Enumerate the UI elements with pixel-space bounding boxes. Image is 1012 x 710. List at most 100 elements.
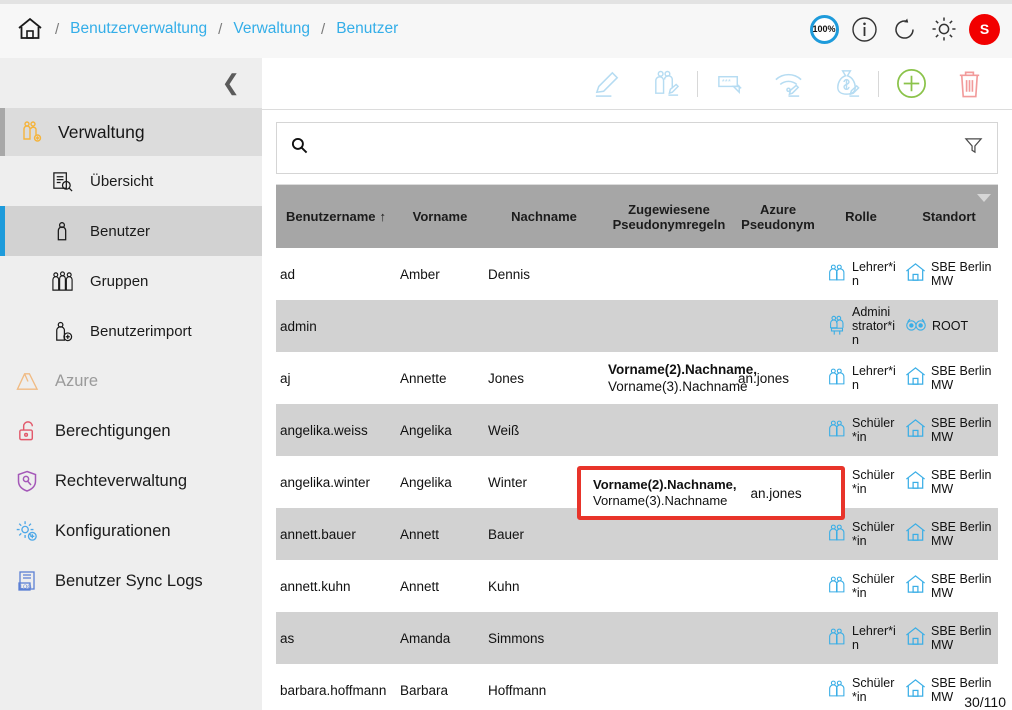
breadcrumb-item-verwaltung[interactable]: Verwaltung xyxy=(233,20,310,38)
column-header-azure-pseudonym[interactable]: Azure Pseudonym xyxy=(734,185,822,248)
cell-vorname: Annett xyxy=(396,560,484,612)
table-row[interactable]: as Amanda Simmons Lehrer*in SBE Berlin MW xyxy=(276,612,998,664)
table-row[interactable]: angelika.weiss Angelika Weiß Schüler*in SBE … xyxy=(276,404,998,456)
sidebar-item-uebersicht[interactable]: Übersicht xyxy=(0,156,262,206)
search-icon xyxy=(291,137,308,159)
toolbar-divider xyxy=(878,70,879,97)
two-people-icon xyxy=(826,522,848,547)
action-toolbar: *** xyxy=(262,58,1012,110)
house-icon xyxy=(904,521,927,547)
two-people-icon xyxy=(826,678,848,703)
main-content: *** Benutzername ↑ Vorname Nachname Zuge… xyxy=(262,58,1012,710)
sidebar-section-verwaltung[interactable]: Verwaltung xyxy=(0,108,262,156)
cell-pseudonymregeln xyxy=(604,612,734,664)
edit-wifi-button[interactable] xyxy=(759,58,817,110)
cell-vorname: Annette xyxy=(396,352,484,404)
sidebar-collapse-button[interactable]: ❮ xyxy=(0,58,262,108)
cell-username: angelika.weiss xyxy=(276,404,396,456)
table-row[interactable]: barbara.hoffmann Barbara Hoffmann Schüler*i… xyxy=(276,664,998,710)
edit-budget-button[interactable] xyxy=(817,58,875,110)
cell-azure-pseudonym xyxy=(734,404,822,456)
column-header-vorname[interactable]: Vorname xyxy=(396,185,484,248)
add-user-button[interactable] xyxy=(882,58,940,110)
avatar[interactable]: S xyxy=(969,13,1000,45)
sidebar-item-label: Benutzer xyxy=(90,222,151,240)
cell-username: angelika.winter xyxy=(276,456,396,508)
sidebar-item-label: Benutzerimport xyxy=(90,322,192,340)
highlight-rule-regular: Vorname(3).Nachname xyxy=(593,493,728,508)
cell-pseudonymregeln xyxy=(604,248,734,300)
row-counter: 30/110 xyxy=(964,694,1006,710)
log-document-icon: LOG xyxy=(14,568,40,594)
cell-rolle: Administrator*in xyxy=(822,300,900,352)
breadcrumb: / Benutzerverwaltung / Verwaltung / Benu… xyxy=(0,16,398,42)
sidebar-item-berechtigungen[interactable]: Berechtigungen xyxy=(0,406,262,456)
person-podium-icon xyxy=(826,314,848,339)
table-row[interactable]: ad Amber Dennis Lehrer*in SBE Berlin MW xyxy=(276,248,998,300)
filter-funnel-icon[interactable] xyxy=(964,136,983,160)
cell-pseudonymregeln: Vorname(2).Nachname, Vorname(3).Nachname xyxy=(604,352,757,404)
refresh-icon[interactable] xyxy=(889,14,919,44)
breadcrumb-item-benutzerverwaltung[interactable]: Benutzerverwaltung xyxy=(70,20,207,38)
highlight-rules: Vorname(2).Nachname, Vorname(3).Nachname xyxy=(593,477,737,509)
edit-user-button[interactable] xyxy=(578,58,636,110)
column-header-pseudonymregeln[interactable]: Zugewiesene Pseudonymregeln xyxy=(604,185,734,248)
table-header: Benutzername ↑ Vorname Nachname Zugewiese… xyxy=(276,185,998,248)
cell-vorname: Angelika xyxy=(396,456,484,508)
chevron-left-icon: ❮ xyxy=(221,70,240,95)
cell-nachname: Weiß xyxy=(484,404,604,456)
breadcrumb-item-benutzer[interactable]: Benutzer xyxy=(336,20,398,38)
cell-username: barbara.hoffmann xyxy=(276,664,396,710)
person-icon xyxy=(49,218,75,244)
cell-username: annett.kuhn xyxy=(276,560,396,612)
cell-standort: SBE Berlin MW xyxy=(900,352,998,404)
table-row[interactable]: aj Annette Jones Vorname(2).Nachname, Vornam… xyxy=(276,352,998,404)
cell-standort: SBE Berlin MW xyxy=(900,248,998,300)
house-icon xyxy=(904,365,927,391)
sidebar-item-rechteverwaltung[interactable]: Rechteverwaltung xyxy=(0,456,262,506)
sidebar-item-benutzerimport[interactable]: Benutzerimport xyxy=(0,306,262,356)
sidebar-item-konfigurationen[interactable]: Konfigurationen xyxy=(0,506,262,556)
top-actions: 100% S xyxy=(809,0,1000,58)
table-row[interactable]: annett.kuhn Annett Kuhn Schüler*in SBE Berli… xyxy=(276,560,998,612)
sidebar-item-label: Berechtigungen xyxy=(55,421,171,440)
cell-vorname xyxy=(396,300,484,352)
cell-nachname: Jones xyxy=(484,352,604,404)
two-people-icon xyxy=(826,418,848,443)
search-bar[interactable] xyxy=(276,122,998,174)
chevron-down-icon[interactable] xyxy=(977,194,991,202)
house-icon xyxy=(904,677,927,703)
sidebar: ❮ Verwaltung Übersicht Benutzer Gruppen … xyxy=(0,58,262,710)
sidebar-item-benutzer-sync-logs[interactable]: LOG Benutzer Sync Logs xyxy=(0,556,262,606)
edit-password-button[interactable]: *** xyxy=(701,58,759,110)
sidebar-item-label: Azure xyxy=(55,371,99,390)
sidebar-item-gruppen[interactable]: Gruppen xyxy=(0,256,262,306)
house-icon xyxy=(904,573,927,599)
column-header-standort[interactable]: Standort xyxy=(900,185,998,248)
zoom-level-button[interactable]: 100% xyxy=(809,14,839,44)
column-header-rolle[interactable]: Rolle xyxy=(822,185,900,248)
edit-group-button[interactable] xyxy=(636,58,694,110)
info-icon[interactable] xyxy=(849,14,879,44)
toolbar-divider xyxy=(697,70,698,97)
shield-key-icon xyxy=(14,468,40,494)
column-header-nachname[interactable]: Nachname xyxy=(484,185,604,248)
breadcrumb-separator-2: / xyxy=(218,20,223,38)
users-table-container[interactable]: Benutzername ↑ Vorname Nachname Zugewiese… xyxy=(276,184,998,710)
cell-nachname: Dennis xyxy=(484,248,604,300)
table-row[interactable]: admin Administrator*in ROOT xyxy=(276,300,998,352)
cell-standort: SBE Berlin MW xyxy=(900,612,998,664)
sidebar-item-azure[interactable]: Azure xyxy=(0,356,262,406)
cell-rolle: Schüler*in xyxy=(822,560,900,612)
gear-icon[interactable] xyxy=(929,14,959,44)
sidebar-item-benutzer[interactable]: Benutzer xyxy=(0,206,262,256)
cell-rolle: Schüler*in xyxy=(822,404,900,456)
cell-standort: SBE Berlin MW xyxy=(900,560,998,612)
home-icon[interactable] xyxy=(16,16,44,42)
search-input[interactable] xyxy=(318,140,954,156)
delete-user-button[interactable] xyxy=(940,58,998,110)
house-icon xyxy=(904,417,927,443)
column-label: Standort xyxy=(922,209,976,224)
column-header-benutzername[interactable]: Benutzername ↑ xyxy=(276,185,396,248)
cell-nachname: Hoffmann xyxy=(484,664,604,710)
